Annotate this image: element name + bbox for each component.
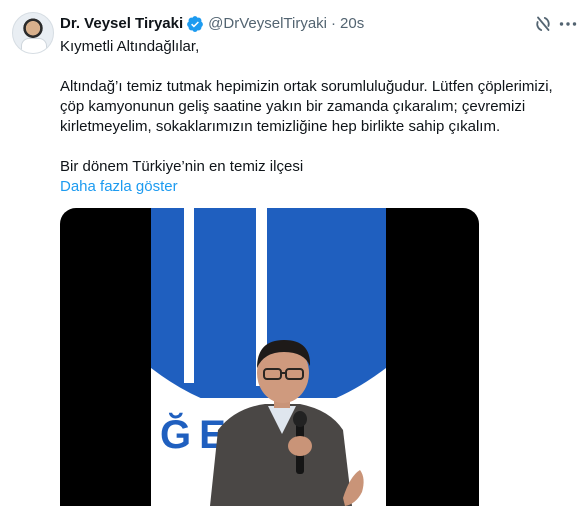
tweet-body: Altındağ’ı temiz tutmak hepimizin ortak … (60, 78, 553, 135)
show-more-link[interactable]: Daha fazla göster (60, 178, 178, 195)
avatar-shirt (21, 38, 47, 53)
separator-dot: · (331, 15, 337, 32)
tweet-timestamp[interactable]: 20s (340, 14, 364, 34)
avatar[interactable] (12, 12, 54, 54)
tweet-tagline: Bir dönem Türkiye’nin en temiz ilçesi (60, 158, 304, 175)
grok-icon[interactable] (533, 14, 553, 34)
tweet-header: Dr. Veysel Tiryaki @DrVeyselTiryaki · 20… (60, 14, 364, 34)
tweet-video[interactable]: ĞEL (60, 208, 479, 506)
tweet-text: Kıymetli Altındağlılar, Altındağ’ı temiz… (60, 37, 575, 197)
verified-badge-icon (186, 15, 204, 33)
author-handle[interactable]: @DrVeyselTiryaki (208, 14, 327, 34)
author-name[interactable]: Dr. Veysel Tiryaki (60, 14, 183, 34)
tweet-greeting: Kıymetli Altındağlılar, (60, 38, 200, 55)
more-options-icon[interactable] (558, 14, 578, 34)
tweet-card[interactable]: Dr. Veysel Tiryaki @DrVeyselTiryaki · 20… (0, 0, 586, 506)
